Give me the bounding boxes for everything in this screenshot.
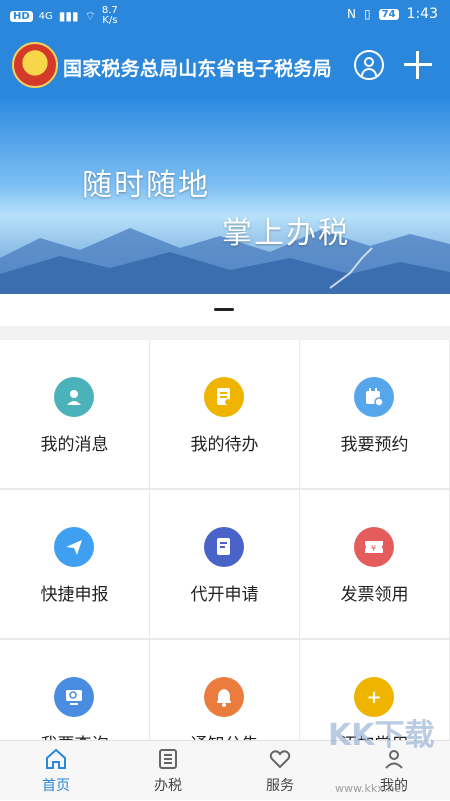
tile-my-query[interactable]: 我要查询 [0, 640, 149, 740]
tile-quick-declare[interactable]: 快捷申报 [0, 490, 149, 638]
banner-slogan-line2: 掌上办税 [222, 216, 350, 251]
clock: 1:43 [406, 6, 438, 22]
watermark-site: www.kkx.net [335, 782, 406, 795]
tile-label: 我要查询 [0, 730, 149, 740]
tab-home[interactable]: 首页 [0, 741, 112, 801]
bell-icon [204, 677, 244, 717]
tile-label: 代开申请 [190, 585, 259, 605]
tile-label: 快捷申报 [40, 585, 109, 605]
hd-badge: HD [10, 10, 33, 22]
tab-label: 服务 [266, 778, 294, 794]
user-icon [54, 377, 94, 417]
network-speed: 8.7 K/s [102, 6, 118, 26]
function-grid: 我的消息 我的待办 我要预约 快捷申报 代开申请 ¥ 发票领用 我要查询 [0, 340, 450, 740]
ticket-icon: ¥ [354, 527, 394, 567]
plus-glyph: + [366, 686, 382, 708]
tile-label: 通知公告 [150, 730, 299, 740]
tab-label: 首页 [42, 778, 70, 794]
network-badge: 4G [38, 10, 53, 22]
user-icon[interactable] [354, 50, 384, 80]
tile-notice[interactable]: 通知公告 [150, 640, 299, 740]
svg-text:¥: ¥ [371, 544, 376, 553]
heart-icon [269, 750, 291, 769]
tile-label: 我要预约 [340, 435, 409, 455]
banner-carousel[interactable] [0, 98, 450, 294]
app-bar: 国家税务总局山东省电子税务局 [0, 36, 450, 98]
banner-slogan-line1: 随时随地 [82, 168, 210, 203]
document-edit-icon [204, 527, 244, 567]
battery-indicator: 74 [378, 8, 399, 20]
tile-label: 发票领用 [340, 585, 409, 605]
carousel-indicator [214, 308, 234, 311]
nfc-icon: N [347, 7, 357, 21]
calendar-icon [354, 377, 394, 417]
tile-issue-application[interactable]: 代开申请 [150, 490, 299, 638]
todo-icon [204, 377, 244, 417]
carousel-indicator-area [0, 294, 450, 326]
status-bar: HD 4G ▮▮▮ ⌔ 8.7 K/s N ▯ 74 1:43 [0, 0, 450, 36]
send-icon [54, 527, 94, 567]
tab-tax[interactable]: 办税 [112, 741, 224, 801]
status-right: N ▯ 74 1:43 [347, 6, 438, 22]
tile-label: 我的待办 [190, 435, 259, 455]
search-monitor-icon [54, 677, 94, 717]
tab-label: 办税 [154, 778, 182, 794]
app-title: 国家税务总局山东省电子税务局 [63, 58, 332, 80]
tile-invoice-collect[interactable]: ¥ 发票领用 [300, 490, 449, 638]
status-left: HD 4G ▮▮▮ ⌔ 8.7 K/s [10, 6, 118, 26]
tab-service[interactable]: 服务 [224, 741, 336, 801]
tile-appointment[interactable]: 我要预约 [300, 340, 449, 488]
tile-label: 我的消息 [40, 435, 109, 455]
wifi-icon: ⌔ [84, 8, 96, 23]
tile-my-todo[interactable]: 我的待办 [150, 340, 299, 488]
speed-unit: K/s [102, 15, 118, 26]
section-divider [0, 326, 450, 340]
list-icon [159, 749, 177, 769]
tile-my-messages[interactable]: 我的消息 [0, 340, 149, 488]
tax-emblem-logo [12, 42, 58, 88]
signal-icon: ▮▮▮ [58, 9, 79, 23]
home-icon [46, 748, 66, 769]
vibrate-icon: ▯ [364, 7, 371, 21]
add-icon[interactable] [404, 51, 432, 79]
